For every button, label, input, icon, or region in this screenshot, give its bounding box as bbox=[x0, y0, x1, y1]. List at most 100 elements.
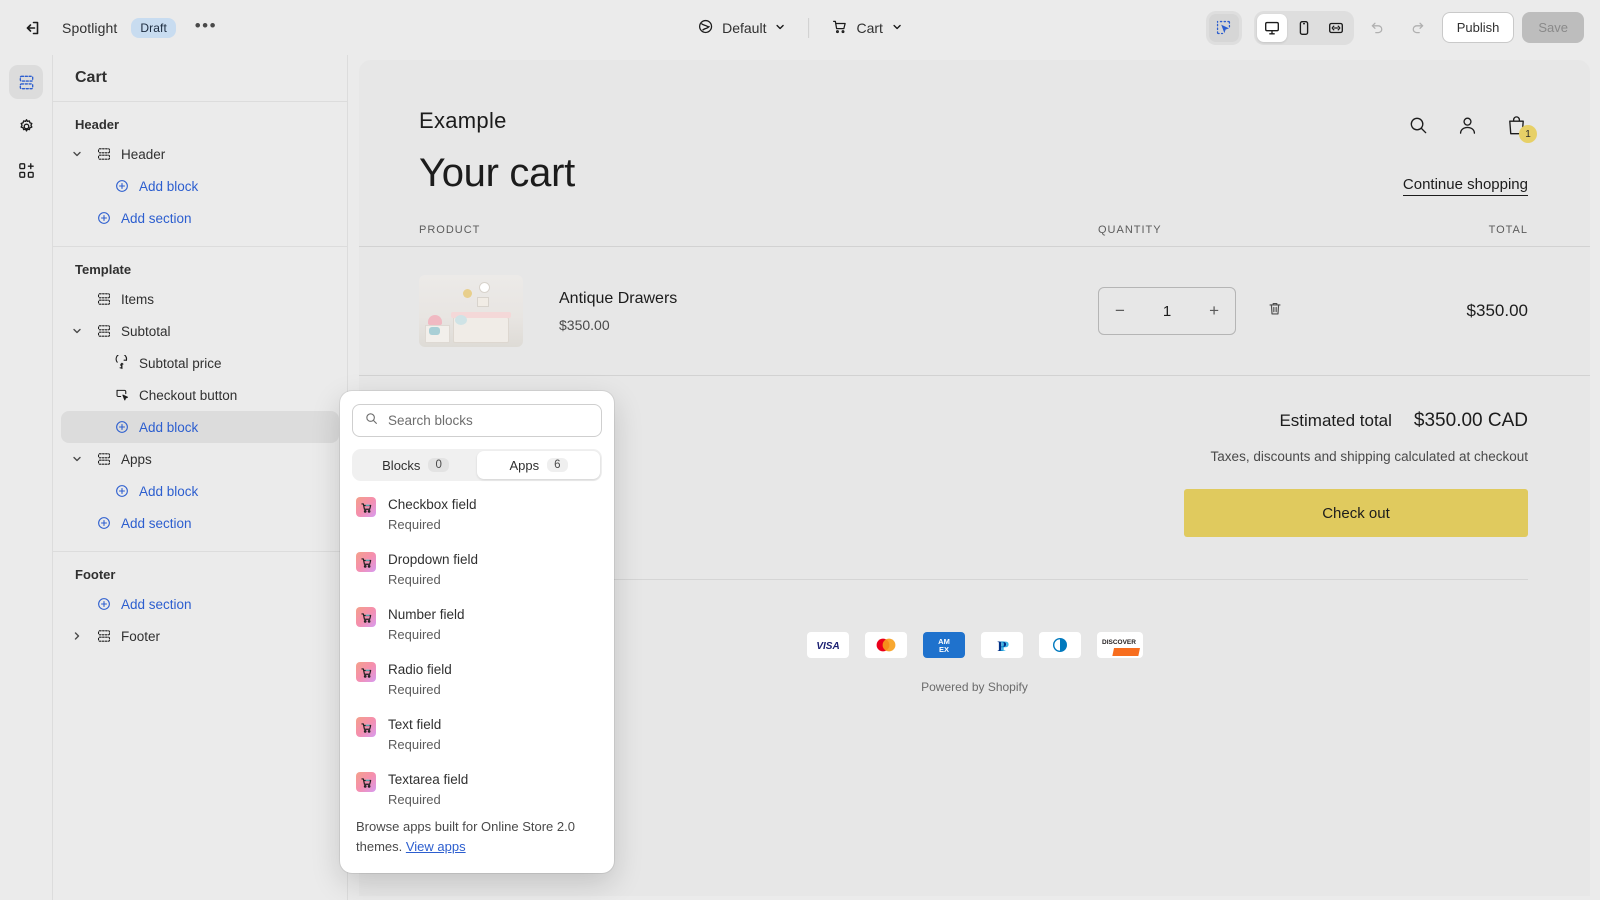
sidebar-item-subtotal[interactable]: Subtotal bbox=[61, 315, 339, 347]
estimated-total-label: Estimated total bbox=[1279, 411, 1392, 430]
top-toolbar: Spotlight Draft ••• Default Cart Publish… bbox=[0, 0, 1600, 55]
svg-text:VISA: VISA bbox=[816, 641, 839, 651]
app-block-subtitle: Required bbox=[388, 517, 441, 532]
chevron-down-icon[interactable] bbox=[67, 325, 87, 337]
sidebar-item-label: Add section bbox=[121, 596, 192, 612]
locale-label: Default bbox=[722, 19, 767, 36]
line-total: $350.00 bbox=[1466, 301, 1528, 320]
cursor-select-icon[interactable] bbox=[1208, 13, 1239, 42]
app-blocks-icon[interactable] bbox=[9, 153, 43, 187]
chevron-down-icon[interactable] bbox=[67, 453, 87, 465]
estimated-total-value: $350.00 CAD bbox=[1413, 410, 1528, 431]
chevron-down-icon bbox=[891, 20, 903, 36]
app-block-item[interactable]: Textarea field Required bbox=[340, 764, 614, 807]
sidebar-item-add-section[interactable]: Add section bbox=[61, 202, 339, 234]
chevron-down-icon bbox=[774, 20, 786, 36]
continue-shopping-link[interactable]: Continue shopping bbox=[1402, 176, 1528, 196]
sidebar-item-label: Subtotal price bbox=[139, 355, 222, 371]
sections-rail-icon[interactable] bbox=[9, 65, 43, 99]
sidebar-item-label: Add block bbox=[139, 178, 199, 194]
app-block-subtitle: Required bbox=[388, 737, 441, 752]
view-apps-link[interactable]: View apps bbox=[406, 839, 466, 854]
popover-tabs: Blocks 0 Apps 6 bbox=[352, 449, 602, 481]
tab-blocks[interactable]: Blocks 0 bbox=[354, 451, 477, 479]
topbar-right-group: Publish Save bbox=[1205, 10, 1584, 45]
app-block-title: Textarea field bbox=[388, 772, 469, 787]
decor-toy bbox=[455, 315, 467, 325]
sidebar-item-apps[interactable]: Apps bbox=[61, 443, 339, 475]
plus-circle-icon bbox=[113, 483, 131, 499]
app-block-item[interactable]: Number field Required bbox=[340, 599, 614, 654]
product-price: $350.00 bbox=[559, 316, 610, 333]
trash-icon[interactable] bbox=[1266, 300, 1284, 323]
search-blocks-field[interactable] bbox=[352, 404, 602, 437]
undo-icon[interactable] bbox=[1362, 12, 1394, 44]
app-block-item[interactable]: Radio field Required bbox=[340, 654, 614, 709]
app-block-text: Dropdown field Required bbox=[388, 550, 478, 589]
cart-line-item: Antique Drawers $350.00 − 1 + $350.00 bbox=[359, 247, 1590, 375]
tab-blocks-count: 0 bbox=[428, 458, 449, 472]
sidebar-item-add-block[interactable]: Add block bbox=[61, 411, 339, 443]
app-block-title: Number field bbox=[388, 607, 465, 622]
app-block-text: Textarea field Required bbox=[388, 770, 468, 807]
sidebar-item-add-block[interactable]: Add block bbox=[61, 170, 339, 202]
chevron-right-icon[interactable] bbox=[67, 630, 87, 642]
quantity-increase-button[interactable]: + bbox=[1209, 301, 1219, 321]
price-tag-icon bbox=[113, 355, 131, 371]
inspect-tool-group bbox=[1205, 10, 1242, 45]
redo-icon[interactable] bbox=[1402, 12, 1434, 44]
more-actions-button[interactable]: ••• bbox=[190, 12, 222, 44]
toolbar-divider bbox=[808, 17, 810, 38]
app-block-item[interactable]: Text field Required bbox=[340, 709, 614, 764]
checkout-button[interactable]: Check out bbox=[1184, 489, 1528, 537]
payment-diners-icon bbox=[1038, 632, 1081, 658]
publish-button[interactable]: Publish bbox=[1441, 12, 1515, 43]
locale-selector[interactable]: Default bbox=[687, 12, 796, 44]
sidebar-item-items[interactable]: Items bbox=[61, 283, 339, 315]
sidebar-item-footer[interactable]: Footer bbox=[61, 620, 339, 652]
search-input[interactable] bbox=[388, 413, 590, 428]
app-cart-icon bbox=[356, 662, 376, 682]
account-icon[interactable] bbox=[1456, 114, 1479, 137]
save-button[interactable]: Save bbox=[1522, 12, 1584, 43]
tab-apps[interactable]: Apps 6 bbox=[477, 451, 600, 479]
chevron-down-icon[interactable] bbox=[67, 148, 87, 160]
cart-title-row: Your cart Continue shopping bbox=[359, 137, 1590, 196]
app-cart-icon bbox=[356, 607, 376, 627]
decor-wall-clock bbox=[479, 282, 490, 293]
app-block-item[interactable]: Checkbox field Required bbox=[340, 489, 614, 544]
page-label: Cart bbox=[856, 19, 883, 36]
search-icon[interactable] bbox=[1407, 114, 1430, 137]
sidebar-item-subtotal-price[interactable]: Subtotal price bbox=[61, 347, 339, 379]
sidebar-item-label: Items bbox=[121, 291, 155, 307]
app-block-item[interactable]: Dropdown field Required bbox=[340, 544, 614, 599]
app-block-text: Number field Required bbox=[388, 605, 465, 644]
sidebar-item-add-section[interactable]: Add section bbox=[61, 507, 339, 539]
quantity-decrease-button[interactable]: − bbox=[1115, 301, 1125, 321]
topbar-left-group: Spotlight Draft ••• bbox=[0, 12, 222, 44]
sidebar-group-footer: Footer Add section Footer bbox=[53, 552, 347, 664]
sidebar-item-checkout-button[interactable]: Checkout button bbox=[61, 379, 339, 411]
svg-text:EX: EX bbox=[938, 645, 948, 654]
page-selector[interactable]: Cart bbox=[821, 12, 912, 44]
fullwidth-icon[interactable] bbox=[1321, 14, 1351, 42]
sections-sidebar: Cart Header Header Add block Add section Tem… bbox=[52, 55, 348, 900]
product-name[interactable]: Antique Drawers bbox=[559, 290, 677, 308]
column-header-quantity: QUANTITY bbox=[1098, 224, 1162, 236]
sidebar-item-label: Header bbox=[121, 146, 166, 162]
shopping-bag-icon[interactable]: 1 bbox=[1505, 114, 1537, 143]
mobile-icon[interactable] bbox=[1289, 14, 1319, 42]
desktop-icon[interactable] bbox=[1256, 13, 1287, 42]
quantity-value[interactable]: 1 bbox=[1163, 303, 1171, 320]
sidebar-item-add-section[interactable]: Add section bbox=[61, 588, 339, 620]
sidebar-item-header[interactable]: Header bbox=[61, 138, 339, 170]
payment-mastercard-icon bbox=[864, 632, 907, 658]
sidebar-item-add-block[interactable]: Add block bbox=[61, 475, 339, 507]
app-blocks-list: Checkbox field Required Dropdown field Requ… bbox=[340, 481, 614, 807]
exit-arrow-icon[interactable] bbox=[16, 12, 48, 44]
gear-icon[interactable] bbox=[9, 109, 43, 143]
section-icon bbox=[95, 628, 113, 644]
status-badge: Draft bbox=[131, 17, 176, 38]
sidebar-item-label: Add block bbox=[139, 419, 199, 435]
topbar-center-group: Default Cart bbox=[687, 12, 913, 44]
